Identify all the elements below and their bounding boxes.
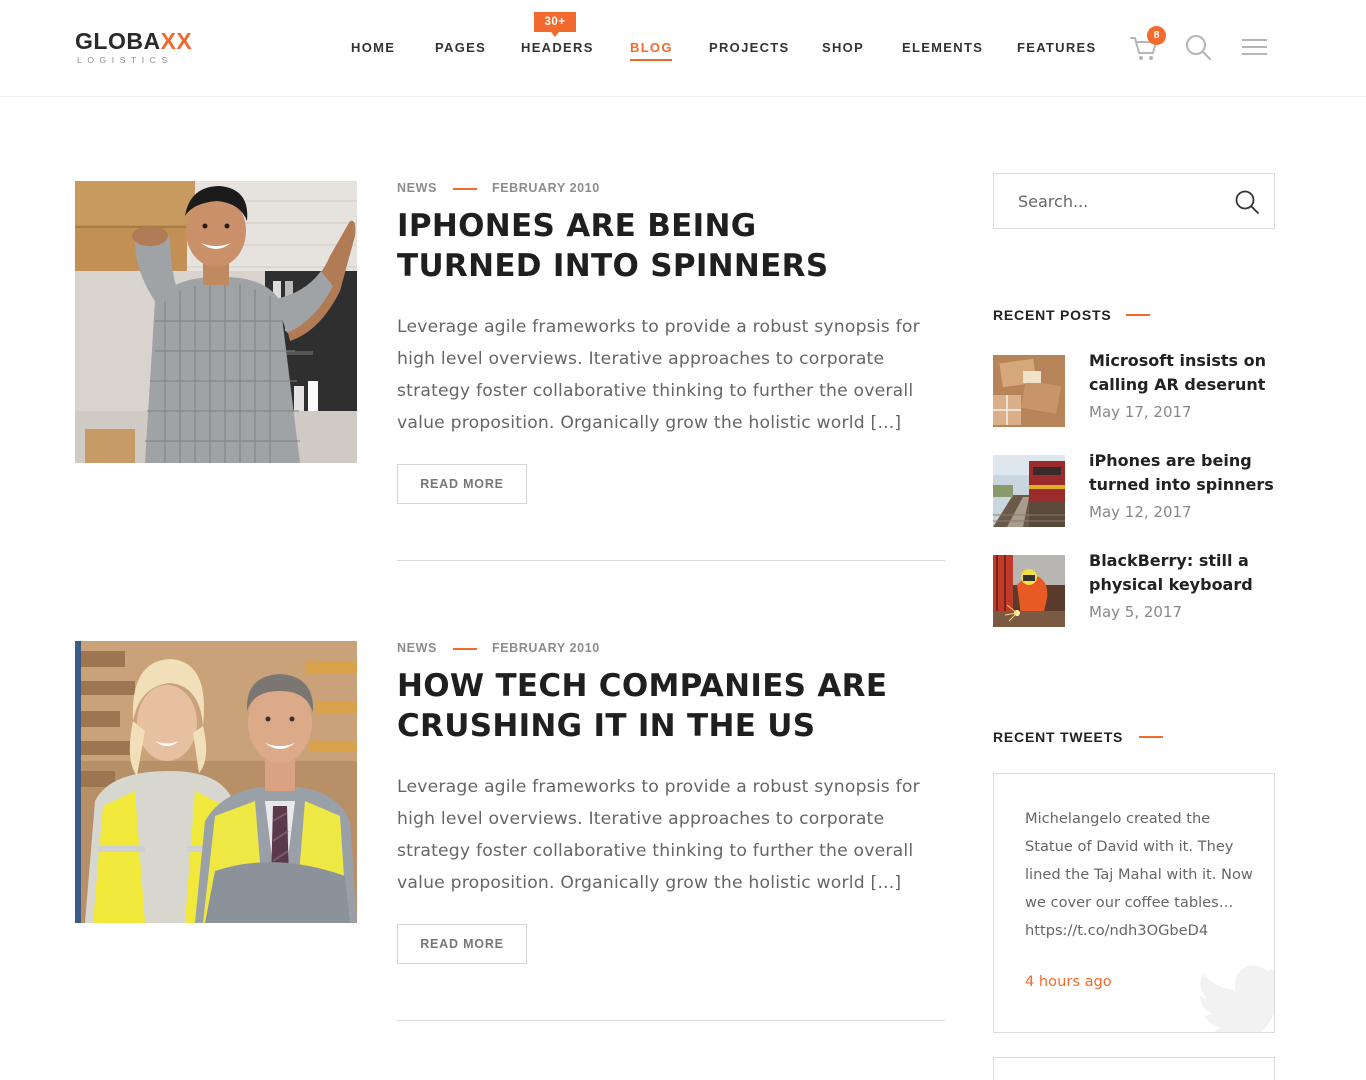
post-title[interactable]: IPHONES ARE BEING TURNED INTO SPINNERS: [397, 206, 937, 286]
twitter-bird-icon: [1200, 965, 1274, 1032]
nav-item-elements[interactable]: ELEMENTS: [902, 40, 983, 55]
post-title-line: TURNED INTO SPINNERS: [397, 248, 829, 284]
post-category[interactable]: NEWS: [397, 641, 437, 655]
post-image-worker-carrying-boxes[interactable]: [75, 181, 357, 463]
recent-post-image: [993, 555, 1065, 627]
recent-post-image: [993, 455, 1065, 527]
nav-item-features[interactable]: FEATURES: [1017, 40, 1097, 55]
read-more-button[interactable]: READ MORE: [397, 924, 527, 964]
post-title-line: IPHONES ARE BEING: [397, 208, 757, 244]
post-excerpt: Leverage agile frameworks to provide a r…: [397, 317, 920, 433]
heading-accent-line: [1126, 314, 1150, 316]
headers-count-badge: 30+: [534, 12, 576, 37]
recent-post-image: [993, 355, 1065, 427]
tweet-card: [993, 1057, 1275, 1080]
post-title-line: CRUSHING IT IN THE US: [397, 708, 816, 744]
post-divider: [397, 1020, 945, 1021]
post-title[interactable]: HOW TECH COMPANIES ARE CRUSHING IT IN TH…: [397, 666, 937, 746]
recent-tweets-heading: RECENT TWEETS: [993, 729, 1124, 745]
nav-item-headers[interactable]: HEADERS: [521, 40, 594, 55]
tweet-card: Michelangelo created the Statue of David…: [993, 773, 1275, 1033]
nav-item-projects[interactable]: PROJECTS: [709, 40, 789, 55]
heading-accent-line: [1139, 736, 1163, 738]
search-icon[interactable]: [1234, 189, 1260, 215]
tweet-timestamp[interactable]: 4 hours ago: [1025, 973, 1112, 990]
recent-post-thumbnail-train[interactable]: [993, 455, 1065, 527]
blog-post: NEWS FEBRUARY 2010 IPHONES ARE BEING TUR…: [75, 181, 945, 561]
recent-post-item: iPhones are being turned into spinners M…: [993, 451, 1275, 527]
nav-item-pages[interactable]: PAGES: [435, 40, 486, 55]
recent-post-thumbnail-parcels[interactable]: [993, 355, 1065, 427]
blog-post: NEWS FEBRUARY 2010 HOW TECH COMPANIES AR…: [75, 641, 945, 1021]
post-excerpt: Leverage agile frameworks to provide a r…: [397, 777, 920, 893]
recent-post-title[interactable]: iPhones are being turned into spinners: [1089, 449, 1275, 497]
cart-count-badge: 8: [1147, 26, 1166, 45]
post-image-warehouse-workers-in-vests[interactable]: [75, 641, 357, 923]
recent-post-date: May 12, 2017: [1089, 503, 1192, 521]
recent-post-date: May 5, 2017: [1089, 603, 1183, 621]
meta-separator: [453, 648, 477, 650]
recent-post-date: May 17, 2017: [1089, 403, 1192, 421]
post-divider: [397, 560, 945, 561]
nav-item-blog[interactable]: BLOG: [630, 40, 673, 61]
post-image-illustration: [75, 641, 357, 923]
recent-post-title[interactable]: Microsoft insists on calling AR deserunt: [1089, 349, 1275, 397]
site-header: GLOBAXX LOGISTICS HOME PAGES HEADERS BLO…: [0, 0, 1366, 97]
read-more-button[interactable]: READ MORE: [397, 464, 527, 504]
post-title-line: HOW TECH COMPANIES ARE: [397, 668, 888, 704]
post-date: FEBRUARY 2010: [492, 641, 600, 655]
recent-post-title[interactable]: BlackBerry: still a physical keyboard: [1089, 549, 1275, 597]
meta-separator: [453, 188, 477, 190]
nav-item-home[interactable]: HOME: [351, 40, 395, 55]
sidebar-search: [993, 173, 1275, 229]
recent-post-item: BlackBerry: still a physical keyboard Ma…: [993, 551, 1275, 627]
search-input[interactable]: [995, 175, 1215, 227]
recent-post-item: Microsoft insists on calling AR deserunt…: [993, 351, 1275, 427]
tweet-text: Michelangelo created the Statue of David…: [1025, 810, 1253, 939]
post-date: FEBRUARY 2010: [492, 181, 600, 195]
nav-item-shop[interactable]: SHOP: [822, 40, 864, 55]
recent-post-thumbnail-welder[interactable]: [993, 555, 1065, 627]
recent-posts-heading: RECENT POSTS: [993, 307, 1112, 323]
search-icon[interactable]: [1185, 34, 1212, 61]
hamburger-menu-icon[interactable]: [1242, 38, 1267, 56]
post-image-illustration: [75, 181, 357, 463]
post-category[interactable]: NEWS: [397, 181, 437, 195]
